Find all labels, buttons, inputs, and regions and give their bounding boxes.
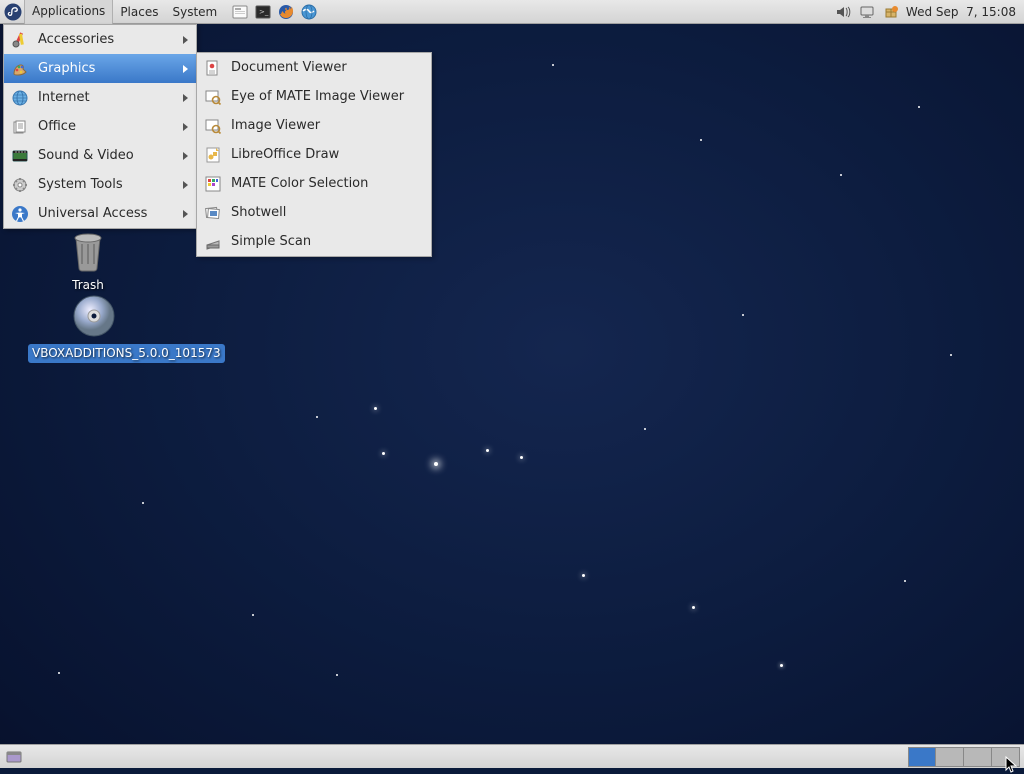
bottom-panel — [0, 744, 1024, 768]
submenu-arrow-icon — [183, 123, 188, 131]
scanner-icon — [203, 232, 223, 252]
systemtools-icon — [10, 175, 30, 195]
graphics-icon — [10, 59, 30, 79]
menubar: Applications Places System — [24, 0, 224, 24]
submenu-arrow-icon — [183, 36, 188, 44]
system-tray: Wed Sep 7, 15:08 — [834, 3, 1016, 21]
top-panel: Applications Places System >_ Wed Sep 7,… — [0, 0, 1024, 24]
distro-logo-icon[interactable] — [2, 1, 24, 23]
graphics-submenu: Document Viewer Eye of MATE Image Viewer… — [196, 52, 432, 257]
network-icon[interactable] — [858, 3, 876, 21]
menu-system-tools[interactable]: System Tools — [4, 170, 196, 199]
menu-item-label: Document Viewer — [231, 60, 425, 75]
show-desktop-button[interactable] — [2, 746, 26, 768]
menu-item-label: Accessories — [38, 32, 183, 47]
filemanager-launcher[interactable] — [230, 2, 250, 22]
workspace-1[interactable] — [908, 747, 936, 767]
desktop-icon-label: Trash — [28, 278, 148, 293]
multimedia-icon — [10, 146, 30, 166]
menu-item-label: Universal Access — [38, 206, 183, 221]
firefox-launcher[interactable] — [276, 2, 296, 22]
submenu-arrow-icon — [183, 210, 188, 218]
accessories-icon — [10, 30, 30, 50]
accessibility-icon — [10, 204, 30, 224]
volume-icon[interactable] — [834, 3, 852, 21]
quick-launchers: >_ — [230, 2, 319, 22]
menu-graphics[interactable]: Graphics — [4, 54, 196, 83]
submenu-arrow-icon — [183, 152, 188, 160]
image-viewer-icon — [203, 116, 223, 136]
internet-icon — [10, 88, 30, 108]
menu-universal-access[interactable]: Universal Access — [4, 199, 196, 228]
submenu-arrow-icon — [183, 65, 188, 73]
menu-item-label: Sound & Video — [38, 148, 183, 163]
submenu-eye-of-mate[interactable]: Eye of MATE Image Viewer — [197, 82, 431, 111]
menubar-places[interactable]: Places — [113, 0, 165, 24]
submenu-shotwell[interactable]: Shotwell — [197, 198, 431, 227]
workspace-2[interactable] — [936, 747, 964, 767]
menu-item-label: LibreOffice Draw — [231, 147, 425, 162]
menu-accessories[interactable]: Accessories — [4, 25, 196, 54]
menu-item-label: Office — [38, 119, 183, 134]
menu-item-label: Simple Scan — [231, 234, 425, 249]
menu-item-label: Shotwell — [231, 205, 425, 220]
terminal-launcher[interactable]: >_ — [253, 2, 273, 22]
eye-of-mate-icon — [203, 87, 223, 107]
submenu-arrow-icon — [183, 94, 188, 102]
menu-office[interactable]: Office — [4, 112, 196, 141]
updates-icon[interactable] — [882, 3, 900, 21]
svg-text:>_: >_ — [259, 8, 269, 16]
menubar-system[interactable]: System — [165, 0, 224, 24]
menu-item-label: Internet — [38, 90, 183, 105]
menubar-applications[interactable]: Applications — [24, 0, 113, 24]
menu-item-label: MATE Color Selection — [231, 176, 425, 191]
document-viewer-icon — [203, 58, 223, 78]
desktop-icon-disc[interactable]: VBOXADDITIONS_5.0.0_101573 — [28, 292, 160, 363]
workspace-switcher — [908, 747, 1020, 767]
desktop-icon-trash[interactable]: Trash — [28, 226, 148, 293]
disc-icon — [70, 292, 118, 340]
menu-internet[interactable]: Internet — [4, 83, 196, 112]
menu-item-label: System Tools — [38, 177, 183, 192]
applications-menu: Accessories Graphics Internet Office Sou… — [3, 24, 197, 229]
submenu-image-viewer[interactable]: Image Viewer — [197, 111, 431, 140]
office-icon — [10, 117, 30, 137]
color-selection-icon — [203, 174, 223, 194]
submenu-libreoffice-draw[interactable]: LibreOffice Draw — [197, 140, 431, 169]
desktop-icon-label: VBOXADDITIONS_5.0.0_101573 — [28, 344, 225, 363]
clock[interactable]: Wed Sep 7, 15:08 — [906, 5, 1016, 19]
mouse-cursor-icon — [1005, 756, 1019, 774]
submenu-simple-scan[interactable]: Simple Scan — [197, 227, 431, 256]
libreoffice-draw-icon — [203, 145, 223, 165]
submenu-mate-color[interactable]: MATE Color Selection — [197, 169, 431, 198]
trash-icon — [64, 226, 112, 274]
menu-item-label: Image Viewer — [231, 118, 425, 133]
browser-launcher[interactable] — [299, 2, 319, 22]
menu-item-label: Graphics — [38, 61, 183, 76]
workspace-3[interactable] — [964, 747, 992, 767]
menu-item-label: Eye of MATE Image Viewer — [231, 89, 425, 104]
submenu-arrow-icon — [183, 181, 188, 189]
shotwell-icon — [203, 203, 223, 223]
menu-sound-video[interactable]: Sound & Video — [4, 141, 196, 170]
submenu-document-viewer[interactable]: Document Viewer — [197, 53, 431, 82]
